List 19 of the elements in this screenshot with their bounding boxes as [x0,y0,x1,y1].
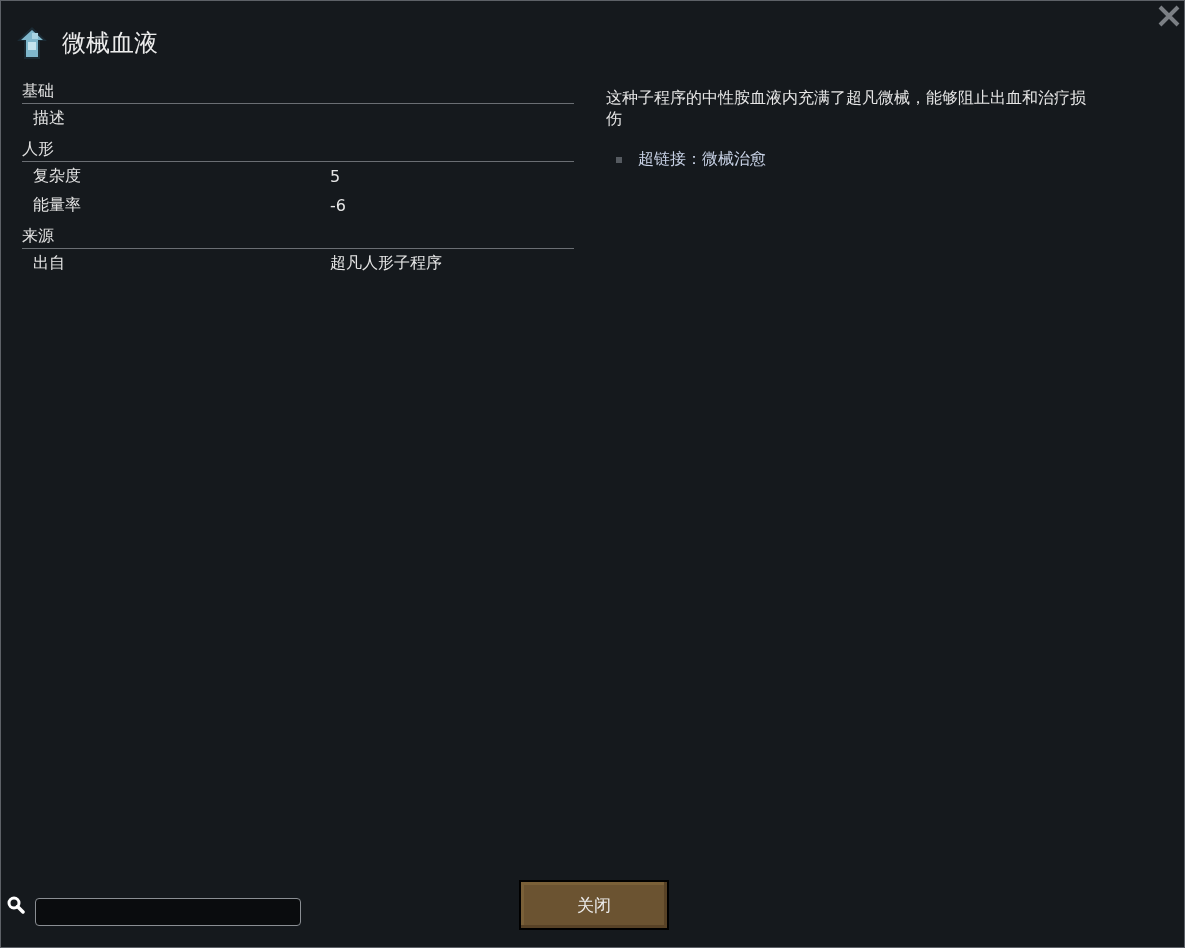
close-button[interactable]: 关闭 [519,880,669,930]
window-title: 微械血液 [62,28,158,59]
section-heading: 来源 [22,225,574,249]
bullet-icon [616,156,622,163]
close-icon[interactable] [1157,4,1181,28]
stat-label: 能量率 [32,195,82,216]
section-heading: 基础 [22,80,574,104]
stat-label: 描述 [32,108,66,129]
search-icon [7,896,25,914]
stat-value: -6 [330,196,346,215]
stat-value: 5 [330,167,341,186]
stat-label: 复杂度 [32,166,82,187]
search-field[interactable] [35,898,301,926]
hyperlink[interactable]: 超链接：微械治愈 [638,149,766,170]
arrow-up-icon [16,26,48,60]
description-text: 这种子程序的中性胺血液内充满了超凡微械，能够阻止出血和治疗损伤 [606,87,1087,129]
stat-label: 出自 [32,253,66,274]
stat-value: 超凡人形子程序 [330,253,442,274]
section-heading: 人形 [22,138,574,162]
